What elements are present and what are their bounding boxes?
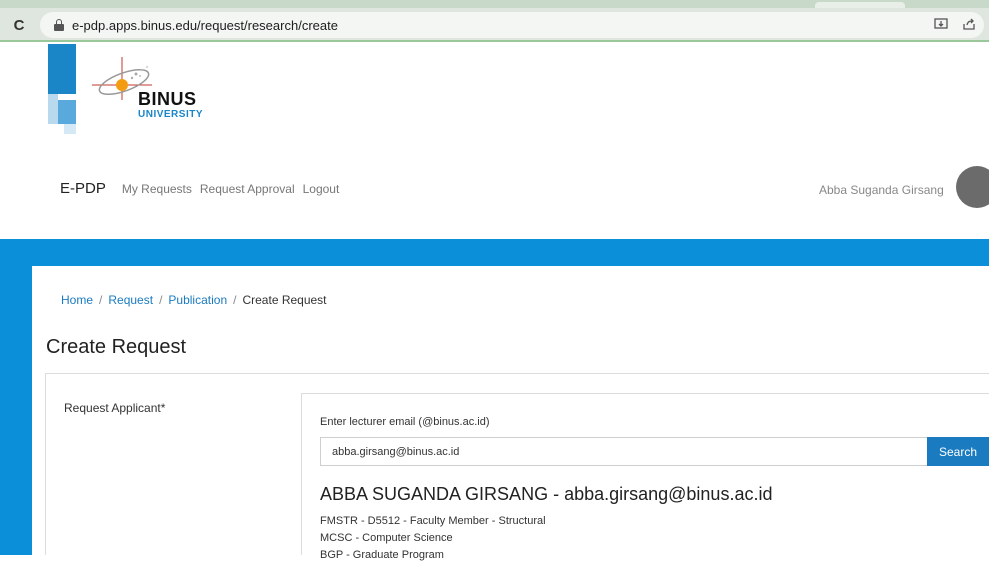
logo-stripes <box>48 44 80 136</box>
nav-brand[interactable]: E-PDP <box>60 180 106 197</box>
brand-subtitle: UNIVERSITY <box>138 109 204 120</box>
request-applicant-label: Request Applicant* <box>64 401 166 415</box>
nav-logout[interactable]: Logout <box>303 182 340 196</box>
user-name[interactable]: Abba Suganda Girsang <box>819 183 944 197</box>
applicant-name: ABBA SUGANDA GIRSANG - abba.girsang@binu… <box>320 484 773 504</box>
url-text[interactable]: e-pdp.apps.binus.edu/request/research/cr… <box>72 18 338 33</box>
nav-my-requests[interactable]: My Requests <box>122 182 192 196</box>
share-icon[interactable] <box>962 17 976 34</box>
email-input[interactable] <box>320 437 927 466</box>
avatar[interactable] <box>956 166 989 208</box>
applicant-position: FMSTR - D5512 - Faculty Member - Structu… <box>320 515 546 527</box>
breadcrumb-separator: / <box>99 293 103 307</box>
applicant-department: MCSC - Computer Science <box>320 532 453 544</box>
nav-request-approval[interactable]: Request Approval <box>200 182 295 196</box>
main-nav: E-PDP My Requests Request Approval Logou… <box>60 180 347 197</box>
tab-strip <box>0 0 989 8</box>
install-app-icon[interactable] <box>934 17 948 34</box>
email-label: Enter lecturer email (@binus.ac.id) <box>320 416 490 428</box>
breadcrumb-publication[interactable]: Publication <box>168 293 227 307</box>
address-bar[interactable]: e-pdp.apps.binus.edu/request/research/cr… <box>40 12 984 38</box>
applicant-program: BGP - Graduate Program <box>320 549 444 561</box>
browser-tab[interactable] <box>815 2 905 8</box>
reload-icon[interactable]: C <box>8 14 30 36</box>
breadcrumb: Home / Request / Publication / Create Re… <box>61 293 327 307</box>
breadcrumb-home[interactable]: Home <box>61 293 93 307</box>
page-title: Create Request <box>46 336 187 358</box>
search-button[interactable]: Search <box>927 437 989 466</box>
breadcrumb-current: Create Request <box>242 293 327 307</box>
breadcrumb-separator: / <box>159 293 163 307</box>
breadcrumb-request[interactable]: Request <box>108 293 153 307</box>
browser-toolbar: C e-pdp.apps.binus.edu/request/research/… <box>0 0 989 42</box>
breadcrumb-separator: / <box>233 293 237 307</box>
lock-icon[interactable] <box>54 19 64 31</box>
brand-name: BINUS <box>138 89 197 109</box>
